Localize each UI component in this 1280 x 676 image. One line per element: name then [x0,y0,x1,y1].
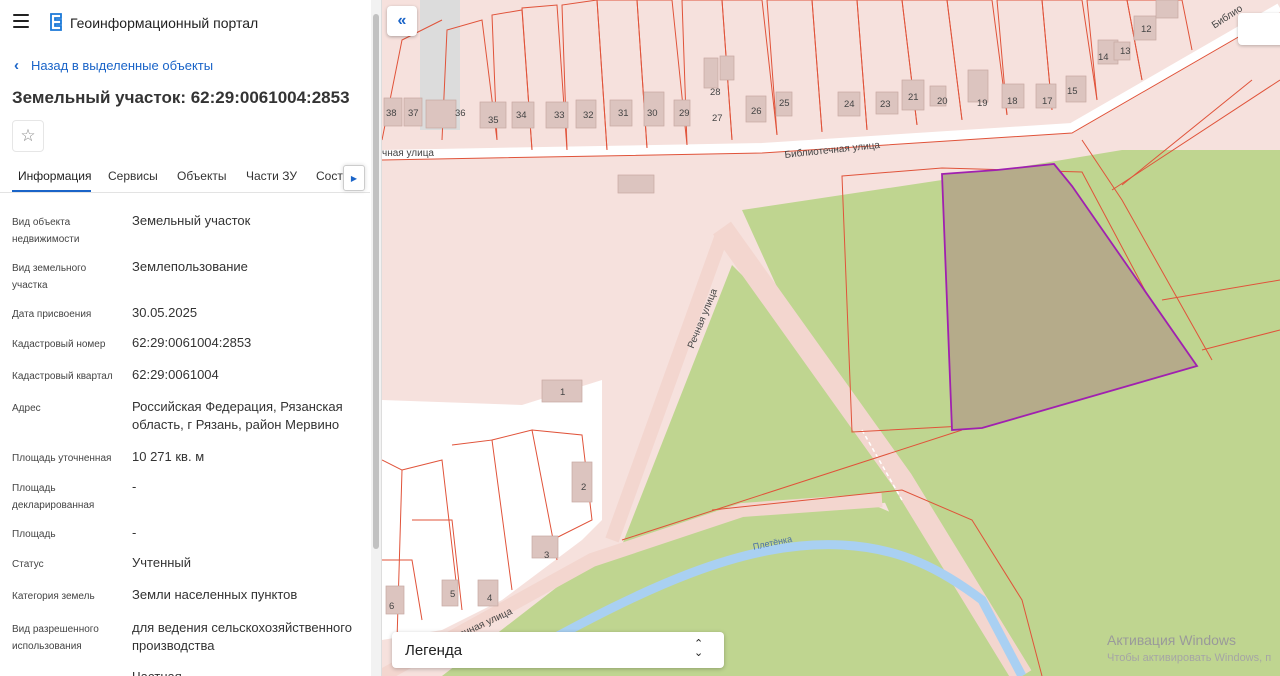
object-title: Земельный участок: 62:29:0061004:2853 [12,88,350,107]
info-value: 62:29:0061004:2853 [132,335,252,350]
house-number: 13 [1120,46,1131,57]
house-number: 1 [560,387,566,398]
house-number: 6 [389,601,395,612]
info-label: Кадастровый квартал [12,371,113,382]
panel-scrollbar[interactable] [371,0,381,676]
tabs-scroll-right-button[interactable]: ▶ [343,165,365,191]
house-number: 23 [880,99,891,110]
house-number: 15 [1067,86,1078,97]
house-number: 20 [937,96,948,107]
tab-information[interactable]: Информация [18,169,91,183]
house-number: 21 [908,92,919,103]
info-value: Земли населенных пунктов [132,587,298,602]
tab-parts[interactable]: Части ЗУ [246,169,297,183]
house-number: 29 [679,108,690,119]
info-label: Вид разрешенного использования [12,624,99,652]
info-value: Земельный участок [132,213,251,228]
map-canvas[interactable] [382,0,1280,676]
house-number: 25 [779,98,790,109]
house-number: 33 [554,110,565,121]
info-value: Российская Федерация, Рязанская область,… [132,399,343,432]
expand-collapse-icon: ⌃ ⌄ [694,638,704,659]
tab-services[interactable]: Сервисы [108,169,158,183]
back-to-selected-link[interactable]: ‹ Назад в выделенные объекты [14,57,213,74]
info-label: Площадь [12,529,56,540]
house-number: 38 [386,108,397,119]
info-value: 62:29:0061004 [132,367,219,382]
info-label: Адрес [12,403,41,414]
info-value: 30.05.2025 [132,305,198,320]
info-value: Учтенный [132,555,192,570]
tab-objects[interactable]: Объекты [177,169,227,183]
double-chevron-left-icon: « [397,12,407,29]
info-label: Вид объекта недвижимости [12,217,80,245]
chevron-left-icon: ‹ [14,57,19,74]
info-value: - [132,525,137,540]
info-value: для ведения сельскохозяйственного произв… [132,620,352,653]
house-number: 37 [408,108,419,119]
house-number: 34 [516,110,527,121]
panel-header: Геоинформационный портал [0,0,370,44]
triangle-right-icon: ▶ [350,173,358,183]
house-number: 4 [487,593,493,604]
info-label: Статус [12,559,44,570]
map-view[interactable]: чная улица Библиотечная улица Библио Реч… [382,0,1280,676]
house-number: 18 [1007,96,1018,107]
legend-label: Легенда [405,642,463,659]
portal-logo-icon [50,13,62,31]
house-number: 35 [488,115,499,126]
house-number: 26 [751,106,762,117]
house-number: 5 [450,589,456,600]
info-label: Площадь декларированная [12,483,95,511]
house-number: 19 [977,98,988,109]
active-tab-indicator [12,190,91,192]
house-number: 31 [618,108,629,119]
house-number: 24 [844,99,855,110]
legend-dropdown[interactable]: Легенда ⌃ ⌄ [392,632,724,668]
house-number: 14 [1098,52,1109,63]
info-label: Категория земель [12,591,95,602]
house-number: 36 [455,108,466,119]
house-number: 28 [710,87,721,98]
windows-activation-text: Чтобы активировать Windows, п [1107,652,1272,664]
info-value: - [132,479,137,494]
house-number: 12 [1141,24,1152,35]
house-number: 17 [1042,96,1053,107]
house-number: 30 [647,108,658,119]
scrollbar-thumb[interactable] [373,14,379,549]
info-value: Землепользование [132,259,248,274]
object-panel: Геоинформационный портал ‹ Назад в выдел… [0,0,382,676]
windows-activation-title: Активация Windows [1107,632,1237,648]
portal-title: Геоинформационный портал [70,15,259,31]
street-label-bibliotechnaya-left: чная улица [382,148,434,159]
house-number: 3 [544,550,550,561]
info-label: Кадастровый номер [12,339,106,350]
star-icon: ☆ [20,126,36,145]
menu-icon[interactable] [13,14,29,28]
house-number: 27 [712,113,723,124]
info-value: Частная [132,668,362,676]
info-label: Дата присвоения [12,309,92,320]
collapse-panel-button[interactable]: « [387,6,417,36]
info-value: 10 271 кв. м [132,449,205,464]
favorite-button[interactable]: ☆ [12,120,44,152]
house-number: 2 [581,482,587,493]
back-link-label: Назад в выделенные объекты [31,58,214,73]
tab-bar: Информация Сервисы Объекты Части ЗУ Сост… [0,160,370,193]
house-number: 32 [583,110,594,121]
info-label: Вид земельного участка [12,263,87,291]
map-search-box[interactable] [1238,13,1280,45]
info-label: Площадь уточненная [12,453,112,464]
